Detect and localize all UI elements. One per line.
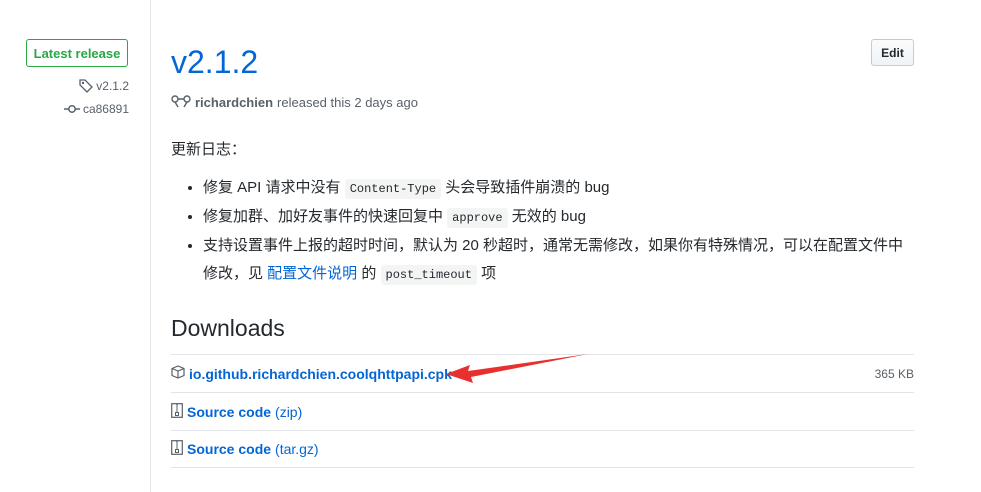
note-text: 的	[357, 265, 381, 282]
note-text: 头会导致插件崩溃的 bug	[441, 179, 610, 196]
download-link-zip[interactable]: Source code (zip)	[171, 402, 303, 421]
download-ext: (tar.gz)	[275, 441, 319, 457]
release-notes: 更新日志： 修复 API 请求中没有 Content-Type 头会导致插件崩溃…	[171, 136, 911, 289]
note-text: 修复加群、加好友事件的快速回复中	[203, 208, 448, 225]
list-item: 修复 API 请求中没有 Content-Type 头会导致插件崩溃的 bug	[203, 174, 911, 203]
package-icon	[171, 365, 185, 382]
note-text: 修复 API 请求中没有	[203, 179, 345, 196]
tag-label: v2.1.2	[96, 79, 129, 93]
download-row: Source code (tar.gz)	[171, 430, 914, 468]
download-row: Source code (zip)	[171, 392, 914, 430]
download-size: 365 KB	[874, 366, 914, 381]
release-author-line: richardchien released this 2 days ago	[171, 94, 418, 111]
config-doc-link[interactable]: 配置文件说明	[267, 265, 357, 282]
inline-code: Content-Type	[344, 179, 442, 199]
changelog-list: 修复 API 请求中没有 Content-Type 头会导致插件崩溃的 bug …	[171, 174, 911, 289]
list-item: 修复加群、加好友事件的快速回复中 approve 无效的 bug	[203, 203, 911, 232]
download-link-targz[interactable]: Source code (tar.gz)	[171, 440, 319, 458]
file-zip-icon	[171, 402, 183, 421]
latest-release-badge: Latest release	[26, 39, 128, 67]
author-link[interactable]: richardchien	[195, 95, 273, 110]
commit-label: ca86891	[82, 102, 129, 116]
avatar-icon[interactable]	[171, 94, 191, 111]
tag-link[interactable]: v2.1.2	[79, 79, 129, 93]
tag-icon	[79, 79, 94, 93]
download-name: Source code	[187, 403, 272, 420]
download-ext: (zip)	[275, 403, 303, 420]
changelog-heading: 更新日志：	[171, 141, 247, 158]
list-item: 支持设置事件上报的超时时间，默认为 20 秒超时，通常无需修改，如果你有特殊情况…	[203, 232, 911, 289]
note-text: 无效的 bug	[507, 208, 586, 225]
file-zip-icon	[171, 440, 183, 458]
released-text: released this 2 days ago	[277, 95, 418, 110]
commit-link[interactable]: ca86891	[63, 102, 129, 116]
download-name: Source code	[187, 441, 272, 457]
sidebar-divider	[150, 0, 151, 492]
note-text: 项	[476, 265, 497, 282]
inline-code: approve	[447, 208, 508, 228]
release-title[interactable]: v2.1.2	[171, 42, 258, 82]
commit-icon	[63, 103, 80, 115]
downloads-heading: Downloads	[171, 315, 285, 341]
download-link-cpk[interactable]: io.github.richardchien.coolqhttpapi.cpk	[171, 365, 452, 382]
download-name: io.github.richardchien.coolqhttpapi.cpk	[189, 365, 452, 382]
annotation-arrow-icon	[446, 354, 588, 383]
inline-code: post_timeout	[380, 265, 477, 285]
edit-button[interactable]: Edit	[871, 39, 914, 66]
